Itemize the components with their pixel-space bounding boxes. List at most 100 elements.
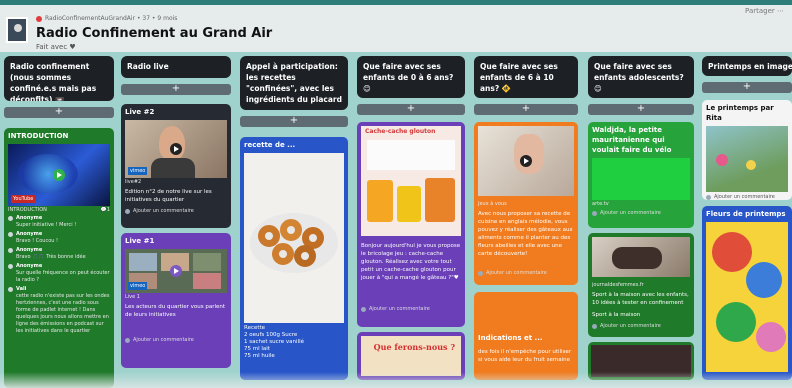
add-comment[interactable]: Ajouter un commentaire: [121, 206, 231, 216]
play-icon[interactable]: [170, 143, 182, 155]
comment-icon: [125, 208, 130, 214]
avatar: [8, 216, 13, 221]
comment-icon: [125, 337, 130, 343]
card-live-1[interactable]: Live #1 vimeo Live 1 Les acteurs du quar…: [121, 233, 231, 368]
poster-text-area: [367, 140, 455, 170]
card-text: Sport à la maison avec les enfants, 10 i…: [592, 292, 689, 306]
column-title: Que faire avec ses enfants de 0 à 6 ans?…: [357, 56, 465, 98]
add-comment[interactable]: Ajouter un commentaire: [121, 335, 231, 345]
card-text: Avec nous proposer sa recette de cuisine…: [478, 211, 573, 257]
board-header: RadioConfinementAuGrandAir • 37 • 9 mois…: [0, 0, 792, 52]
card-subtitle: INTRODUCTION: [8, 207, 47, 213]
card-video[interactable]: vimeo: [125, 249, 227, 293]
board-subtitle: Fait avec ♥: [36, 43, 76, 51]
card-title: recette de ...: [244, 141, 296, 149]
card-meta: arte.tv: [592, 201, 609, 207]
add-post-button[interactable]: +: [702, 82, 792, 93]
column-title: Radio confinement (nous sommes confiné.e…: [4, 56, 114, 101]
flower-image: [712, 232, 752, 272]
column-recettes: Appel à participation: les recettes "con…: [240, 56, 348, 127]
add-post-button[interactable]: +: [240, 116, 348, 127]
card-title: Waldjda, la petite mauritanienne qui vou…: [592, 126, 672, 154]
column-enfants-0-6: Que faire avec ses enfants de 0 à 6 ans?…: [357, 56, 465, 115]
card-title: Indications et ...: [478, 334, 543, 342]
donuts-image: [244, 153, 344, 323]
column-title: Radio live: [121, 56, 231, 78]
card-video[interactable]: [478, 126, 574, 196]
card-video[interactable]: YouTube: [8, 144, 110, 206]
cup-image: [425, 178, 455, 222]
comment-count: 💬1: [100, 207, 110, 213]
cup-image: [367, 180, 393, 222]
add-comment[interactable]: Ajouter un commentaire: [588, 321, 694, 331]
card-video[interactable]: vimeo: [125, 120, 227, 178]
add-comment[interactable]: Ajouter un commentaire: [357, 304, 465, 314]
card-subtitle-row: INTRODUCTION 💬1: [4, 206, 114, 214]
poster-title: Cache-cache glouton: [365, 128, 436, 135]
card-meta: Jeux à vous: [478, 201, 507, 207]
column-adolescents: Que faire avec ses enfants adolescents? …: [588, 56, 694, 115]
page-title: Radio Confinement au Grand Air: [36, 26, 273, 41]
sport-image: [592, 237, 690, 277]
add-post-button[interactable]: +: [357, 104, 465, 115]
card-title: Live #2: [125, 108, 155, 116]
play-icon[interactable]: [170, 265, 182, 277]
share-menu[interactable]: Partager ⋯: [745, 7, 784, 15]
play-icon[interactable]: [53, 169, 65, 181]
hands-image: [514, 134, 544, 174]
add-comment[interactable]: Ajouter un commentaire: [474, 268, 578, 278]
card-meta: Live 1: [125, 294, 140, 300]
youtube-badge: YouTube: [11, 195, 36, 203]
add-post-button[interactable]: +: [4, 107, 114, 118]
column-radio-confinement: Radio confinement (nous sommes confiné.e…: [4, 56, 114, 118]
card-title: Fleurs de printemps: [706, 210, 786, 218]
card-recette-anglais[interactable]: Jeux à vous Avec nous proposer sa recett…: [474, 122, 578, 285]
globe-image: [18, 154, 78, 194]
painting-image: [706, 126, 788, 192]
card-title: INTRODUCTION: [8, 132, 69, 140]
card-text: Bonjour aujourd'hui je vous propose le b…: [361, 243, 461, 281]
flower-image: [756, 322, 786, 352]
add-post-button[interactable]: +: [121, 84, 231, 95]
board-avatar[interactable]: [6, 17, 28, 43]
card-indications[interactable]: Indications et ... des fois il n'empêche…: [474, 292, 578, 380]
recipe-lines: Recette 2 oeufs 100g Sucre 1 sachet sucr…: [244, 325, 305, 359]
film-image: [592, 158, 690, 200]
donut-image: [272, 243, 294, 265]
donut-image: [280, 219, 302, 241]
column-title: Printemps en image ! ☀: [702, 56, 792, 76]
add-post-button[interactable]: +: [588, 104, 694, 115]
card-fleurs-printemps[interactable]: Fleurs de printemps: [702, 206, 792, 380]
participant-image: [193, 273, 221, 289]
comment-icon: [361, 306, 366, 312]
screen-glare: [0, 372, 792, 388]
column-printemps: Printemps en image ! ☀ +: [702, 56, 792, 93]
card-waldjda[interactable]: Waldjda, la petite mauritanienne qui vou…: [588, 122, 694, 228]
vimeo-badge: vimeo: [128, 282, 148, 290]
avatar: [8, 264, 13, 269]
card-text: Les acteurs du quartier vous parlent de …: [125, 304, 226, 318]
add-comment[interactable]: Ajouter un commentaire: [588, 208, 694, 218]
card-introduction[interactable]: INTRODUCTION YouTube INTRODUCTION 💬1 Ano…: [4, 128, 114, 388]
add-comment[interactable]: Ajouter un commentaire: [702, 192, 792, 200]
add-post-button[interactable]: +: [474, 104, 578, 115]
status-dot-icon: [36, 15, 42, 22]
cache-cache-poster: Cache-cache glouton: [361, 126, 461, 236]
person-image: [612, 247, 662, 269]
comment-icon: [706, 194, 711, 200]
comment-icon: [592, 323, 597, 329]
card-text: des fois il n'empêche pour utiliser si v…: [478, 349, 572, 363]
card-cache-cache[interactable]: Cache-cache glouton Bonjour aujourd'hui …: [357, 122, 465, 327]
card-printemps-rita[interactable]: Le printemps par Rita Ajouter un comment…: [702, 100, 792, 200]
card-live-2[interactable]: Live #2 vimeo live#2 Edition n°2 de notr…: [121, 104, 231, 228]
column-enfants-6-10: Que faire avec ses enfants de 6 à 10 ans…: [474, 56, 578, 115]
column-radio-live: Radio live +: [121, 56, 231, 95]
card-recette[interactable]: recette de ... Recette 2 oeufs 100g Sucr…: [240, 137, 348, 380]
play-icon[interactable]: [520, 155, 532, 167]
column-title: Appel à participation: les recettes "con…: [240, 56, 348, 110]
comment-icon: [592, 210, 597, 216]
poster-text: Que ferons-nous ?: [373, 342, 455, 352]
poster-image: Que ferons-nous ?: [361, 336, 461, 376]
participant-image: [193, 253, 221, 271]
card-sport[interactable]: journaldesfemmes.fr Sport à la maison av…: [588, 233, 694, 337]
